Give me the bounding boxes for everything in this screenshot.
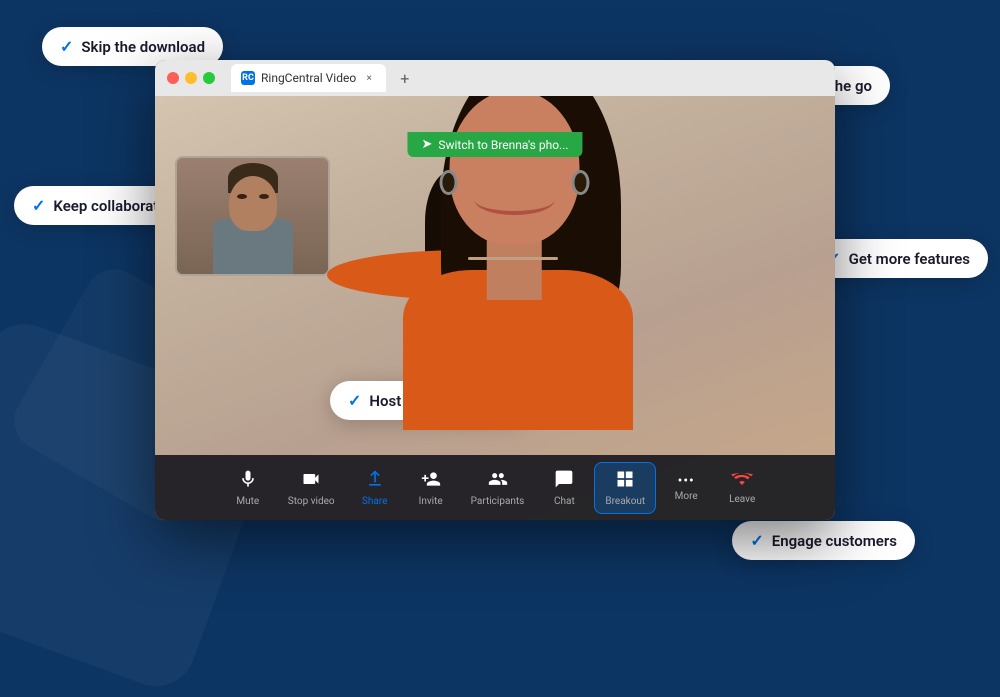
badge-engage-label: Engage customers	[772, 532, 897, 550]
tab-close-button[interactable]: ×	[362, 71, 376, 85]
check-icon-engage: ✓	[750, 531, 763, 550]
toolbar-mute[interactable]: Mute	[222, 463, 274, 513]
video-toolbar: Mute Stop video Share	[155, 455, 835, 520]
close-button[interactable]	[167, 72, 179, 84]
chat-label: Chat	[554, 496, 575, 507]
browser-tab[interactable]: RC RingCentral Video ×	[231, 64, 386, 92]
browser-chrome: RC RingCentral Video × +	[155, 60, 835, 96]
chat-icon	[554, 469, 574, 494]
check-icon-keep: ✓	[32, 196, 45, 215]
camera-icon	[301, 469, 321, 494]
switch-banner-text: Switch to Brenna's pho...	[438, 138, 568, 152]
toolbar-share[interactable]: Share	[349, 463, 401, 513]
video-area: ➤ Switch to Brenna's pho...	[155, 96, 835, 520]
toolbar-stop-video[interactable]: Stop video	[278, 463, 345, 513]
mute-label: Mute	[236, 496, 259, 507]
toolbar-more[interactable]: ••• More	[660, 467, 712, 508]
leave-icon	[731, 471, 753, 492]
share-label: Share	[362, 496, 387, 507]
invite-label: Invite	[419, 496, 443, 507]
toolbar-chat[interactable]: Chat	[538, 463, 590, 513]
breakout-icon	[615, 469, 635, 494]
participant-video	[177, 158, 328, 274]
ringcentral-favicon: RC	[241, 71, 255, 85]
toolbar-invite[interactable]: Invite	[405, 463, 457, 513]
check-icon-host: ✓	[348, 391, 361, 410]
share-icon	[365, 469, 385, 494]
participants-label: Participants	[471, 496, 525, 507]
traffic-lights	[167, 72, 215, 84]
mute-icon	[238, 469, 258, 494]
man-face	[229, 176, 277, 231]
toolbar-breakout[interactable]: Breakout	[594, 462, 656, 514]
badge-skip-label: Skip the download	[81, 38, 205, 56]
small-video-thumbnail	[175, 156, 330, 276]
tab-label: RingCentral Video	[261, 71, 356, 85]
more-icon: •••	[678, 473, 695, 489]
check-icon-skip: ✓	[60, 37, 73, 56]
breakout-label: Breakout	[605, 496, 645, 507]
badge-engage: ✓ Engage customers	[732, 521, 915, 560]
switch-to-phone-banner[interactable]: ➤ Switch to Brenna's pho...	[407, 132, 582, 157]
participants-icon	[488, 469, 508, 494]
new-tab-button[interactable]: +	[394, 69, 415, 88]
invite-icon	[421, 469, 441, 494]
toolbar-participants[interactable]: Participants	[461, 463, 535, 513]
maximize-button[interactable]	[203, 72, 215, 84]
switch-icon: ➤	[421, 137, 432, 152]
badge-get: ✓ Get more features	[809, 239, 988, 278]
necklace	[468, 257, 558, 260]
minimize-button[interactable]	[185, 72, 197, 84]
badge-get-label: Get more features	[849, 250, 970, 268]
more-label: More	[675, 491, 698, 502]
leave-label: Leave	[729, 494, 755, 505]
stop-video-label: Stop video	[288, 496, 335, 507]
browser-window: RC RingCentral Video × + ➤ Switch to Bre…	[155, 60, 835, 520]
neck-shape	[487, 240, 542, 300]
face-shape	[450, 96, 580, 245]
toolbar-leave[interactable]: Leave	[716, 465, 768, 511]
